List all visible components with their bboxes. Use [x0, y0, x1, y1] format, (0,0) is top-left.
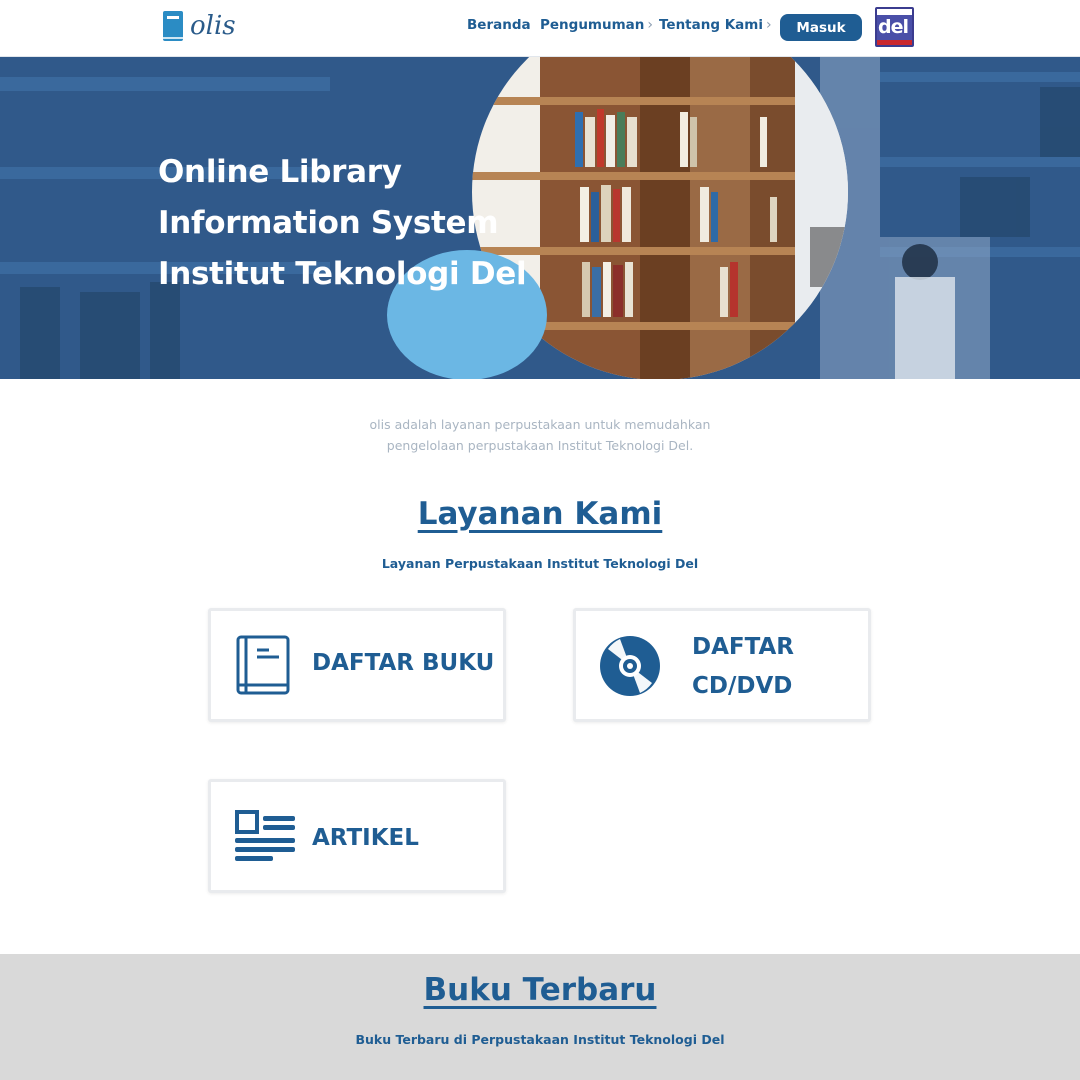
hero-title-line: Information System	[158, 205, 499, 241]
book-icon	[236, 635, 290, 695]
card-label-line: DAFTAR	[692, 634, 795, 660]
terbaru-title: Buku Terbaru	[0, 972, 1080, 1008]
olis-logo[interactable]: olis	[163, 11, 236, 41]
terbaru-title-text: Buku Terbaru	[423, 972, 657, 1008]
chevron-right-icon: ›	[766, 17, 772, 33]
book-logo-icon	[163, 11, 183, 41]
logo-text: olis	[190, 11, 236, 41]
terbaru-subtitle: Buku Terbaru di Perpustakaan Institut Te…	[355, 1032, 725, 1047]
hero-banner: Online Library Information System Instit…	[0, 57, 1080, 379]
card-label: ARTIKEL	[312, 825, 419, 851]
intro-line: pengelolaan perpustakaan Institut Teknol…	[386, 438, 694, 453]
card-daftar-buku[interactable]: DAFTAR BUKU	[208, 608, 506, 722]
nav-pengumuman[interactable]: Pengumuman ›	[540, 17, 653, 33]
card-label: DAFTAR BUKU	[312, 650, 495, 676]
disc-icon	[600, 636, 660, 696]
nav-beranda-label: Beranda	[467, 17, 531, 33]
login-button[interactable]: Masuk	[780, 14, 862, 41]
layanan-subtitle: Layanan Perpustakaan Institut Teknologi …	[381, 556, 699, 571]
article-icon	[235, 810, 295, 861]
card-label: DAFTAR CD/DVD	[692, 628, 794, 706]
del-logo-text: del	[878, 16, 909, 38]
card-label-line: CD/DVD	[692, 673, 793, 699]
nav-beranda[interactable]: Beranda	[467, 17, 531, 33]
hero-title: Online Library Information System Instit…	[158, 147, 527, 300]
nav-tentang-label: Tentang Kami	[659, 17, 763, 33]
logo-strip	[877, 40, 912, 45]
card-artikel[interactable]: ARTIKEL	[208, 779, 506, 893]
nav-pengumuman-label: Pengumuman	[540, 17, 645, 33]
hero-title-line: Institut Teknologi Del	[158, 256, 527, 292]
layanan-title: Layanan Kami	[0, 496, 1080, 532]
intro-line: olis adalah layanan perpustakaan untuk m…	[369, 417, 711, 432]
layanan-title-text: Layanan Kami	[417, 496, 663, 532]
hero-title-line: Online Library	[158, 154, 402, 190]
logo-strip	[877, 9, 912, 15]
nav-tentang-kami[interactable]: Tentang Kami ›	[659, 17, 772, 33]
chevron-right-icon: ›	[647, 17, 654, 33]
del-institute-logo[interactable]: del	[875, 7, 914, 47]
top-navbar: olis Beranda Pengumuman › Tentang Kami › M…	[0, 0, 1080, 57]
intro-text: olis adalah layanan perpustakaan untuk m…	[0, 414, 1080, 456]
card-daftar-cd-dvd[interactable]: DAFTAR CD/DVD	[573, 608, 871, 722]
